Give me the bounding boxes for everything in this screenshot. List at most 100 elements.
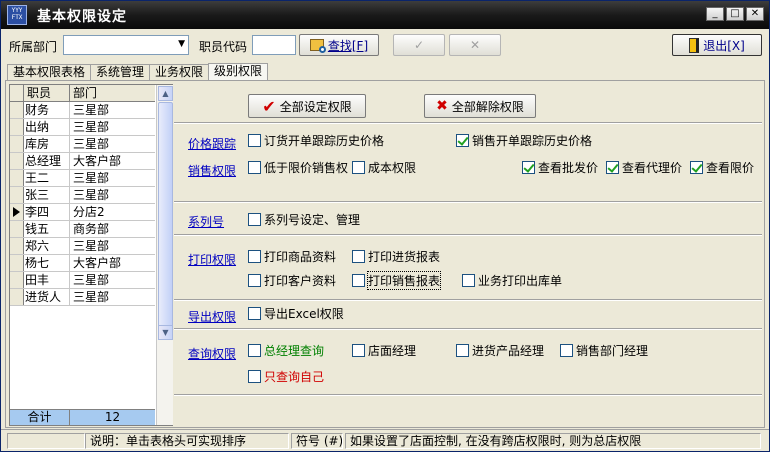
print-link[interactable]: 打印权限	[188, 251, 236, 268]
undo-button[interactable]: ✕	[449, 34, 501, 56]
cell-employee[interactable]: 王二	[24, 170, 70, 186]
checkbox-print-2[interactable]: 打印客户资料	[248, 272, 336, 289]
checkbox-unchecked-icon[interactable]	[248, 134, 261, 147]
row-indicator[interactable]	[10, 187, 24, 203]
cell-dept[interactable]: 三星部	[70, 187, 155, 203]
checkbox-unchecked-icon[interactable]	[248, 161, 261, 174]
checkbox-print-4[interactable]: 业务打印出库单	[462, 272, 562, 289]
close-button[interactable]: ✕	[746, 7, 764, 21]
scroll-up-icon[interactable]: ▲	[158, 86, 173, 101]
title-bar[interactable]: YYY FTX 基本权限设定 _ □ ✕	[1, 1, 769, 29]
table-row[interactable]: 杨七 大客户部	[10, 255, 155, 272]
cell-dept[interactable]: 三星部	[70, 136, 155, 152]
row-indicator[interactable]	[10, 204, 24, 220]
checkbox-unchecked-icon[interactable]	[352, 161, 365, 174]
grid-scrollbar[interactable]: ▲ ▼	[156, 85, 173, 425]
checkbox-sales-3[interactable]: 查看代理价	[606, 159, 682, 176]
checkbox-query-4[interactable]: 只查询自己	[248, 368, 324, 385]
checkbox-unchecked-icon[interactable]	[248, 250, 261, 263]
scroll-thumb[interactable]	[158, 102, 173, 339]
row-indicator[interactable]	[10, 221, 24, 237]
dept-select[interactable]: ▼	[63, 35, 189, 55]
cell-employee[interactable]: 钱五	[24, 221, 70, 237]
checkbox-query-1[interactable]: 店面经理	[352, 342, 416, 359]
checkbox-price-track-0[interactable]: 订货开单跟踪历史价格	[248, 132, 384, 149]
table-row[interactable]: 财务 三星部	[10, 102, 155, 119]
tab-0[interactable]: 基本权限表格	[7, 64, 92, 80]
checkbox-unchecked-icon[interactable]	[456, 344, 469, 357]
cell-dept[interactable]: 三星部	[70, 170, 155, 186]
checkbox-checked-icon[interactable]	[690, 161, 703, 174]
clear-all-button[interactable]: ✖ 全部解除权限	[424, 94, 536, 118]
cell-dept[interactable]: 大客户部	[70, 153, 155, 169]
table-row[interactable]: 总经理 大客户部	[10, 153, 155, 170]
cell-employee[interactable]: 张三	[24, 187, 70, 203]
checkbox-unchecked-icon[interactable]	[462, 274, 475, 287]
checkbox-sales-1[interactable]: 成本权限	[352, 159, 416, 176]
minimize-button[interactable]: _	[706, 7, 724, 21]
tab-2[interactable]: 业务权限	[149, 64, 210, 80]
checkbox-query-0[interactable]: 总经理查询	[248, 342, 324, 359]
checkbox-price-track-1[interactable]: 销售开单跟踪历史价格	[456, 132, 592, 149]
row-indicator[interactable]	[10, 238, 24, 254]
cell-employee[interactable]: 库房	[24, 136, 70, 152]
checkbox-serial-0[interactable]: 系列号设定、管理	[248, 211, 360, 228]
cell-employee[interactable]: 进货人	[24, 289, 70, 305]
code-input[interactable]	[252, 35, 296, 55]
checkbox-print-0[interactable]: 打印商品资料	[248, 248, 336, 265]
cell-dept[interactable]: 三星部	[70, 238, 155, 254]
row-indicator[interactable]	[10, 255, 24, 271]
price-track-link[interactable]: 价格跟踪	[188, 135, 236, 152]
checkbox-print-3[interactable]: 打印销售报表	[352, 271, 442, 290]
checkbox-sales-0[interactable]: 低于限价销售权	[248, 159, 348, 176]
checkbox-export-0[interactable]: 导出Excel权限	[248, 305, 344, 322]
set-all-button[interactable]: ✔ 全部设定权限	[248, 94, 366, 118]
table-row[interactable]: 王二 三星部	[10, 170, 155, 187]
confirm-button[interactable]: ✓	[393, 34, 445, 56]
checkbox-unchecked-icon[interactable]	[352, 344, 365, 357]
checkbox-unchecked-icon[interactable]	[248, 274, 261, 287]
table-row[interactable]: 进货人 三星部	[10, 289, 155, 306]
cell-dept[interactable]: 三星部	[70, 102, 155, 118]
table-row[interactable]: 李四 分店2	[10, 204, 155, 221]
table-row[interactable]: 出纳 三星部	[10, 119, 155, 136]
row-indicator[interactable]	[10, 153, 24, 169]
checkbox-checked-icon[interactable]	[606, 161, 619, 174]
cell-dept[interactable]: 三星部	[70, 272, 155, 288]
row-indicator[interactable]	[10, 289, 24, 305]
cell-employee[interactable]: 出纳	[24, 119, 70, 135]
chevron-down-icon[interactable]: ▼	[178, 39, 185, 49]
cell-employee[interactable]: 总经理	[24, 153, 70, 169]
cell-dept[interactable]: 大客户部	[70, 255, 155, 271]
checkbox-query-2[interactable]: 进货产品经理	[456, 342, 544, 359]
cell-dept[interactable]: 商务部	[70, 221, 155, 237]
checkbox-unchecked-icon[interactable]	[248, 344, 261, 357]
tab-1[interactable]: 系统管理	[90, 64, 151, 80]
cell-employee[interactable]: 李四	[24, 204, 70, 220]
checkbox-sales-4[interactable]: 查看限价	[690, 159, 754, 176]
cell-employee[interactable]: 杨七	[24, 255, 70, 271]
checkbox-unchecked-icon[interactable]	[352, 274, 365, 287]
row-indicator[interactable]	[10, 272, 24, 288]
checkbox-unchecked-icon[interactable]	[248, 213, 261, 226]
cell-dept[interactable]: 分店2	[70, 204, 155, 220]
checkbox-unchecked-icon[interactable]	[352, 250, 365, 263]
maximize-button[interactable]: □	[726, 7, 744, 21]
row-indicator[interactable]	[10, 136, 24, 152]
scroll-down-icon[interactable]: ▼	[158, 325, 173, 340]
table-row[interactable]: 钱五 商务部	[10, 221, 155, 238]
table-row[interactable]: 库房 三星部	[10, 136, 155, 153]
table-row[interactable]: 郑六 三星部	[10, 238, 155, 255]
cell-employee[interactable]: 郑六	[24, 238, 70, 254]
serial-link[interactable]: 系列号	[188, 213, 224, 230]
export-link[interactable]: 导出权限	[188, 308, 236, 325]
row-indicator[interactable]	[10, 102, 24, 118]
header-employee[interactable]: 职员	[24, 85, 70, 101]
exit-button[interactable]: 退出[X]	[672, 34, 762, 56]
checkbox-checked-icon[interactable]	[522, 161, 535, 174]
checkbox-unchecked-icon[interactable]	[560, 344, 573, 357]
checkbox-unchecked-icon[interactable]	[248, 370, 261, 383]
employee-grid[interactable]: 职员 部门 财务 三星部 出纳 三星部 库房 三星部 总经理 大客户部 王二 三星部 张三 三星部 李四…	[9, 84, 173, 426]
checkbox-unchecked-icon[interactable]	[248, 307, 261, 320]
query-link[interactable]: 查询权限	[188, 345, 236, 362]
